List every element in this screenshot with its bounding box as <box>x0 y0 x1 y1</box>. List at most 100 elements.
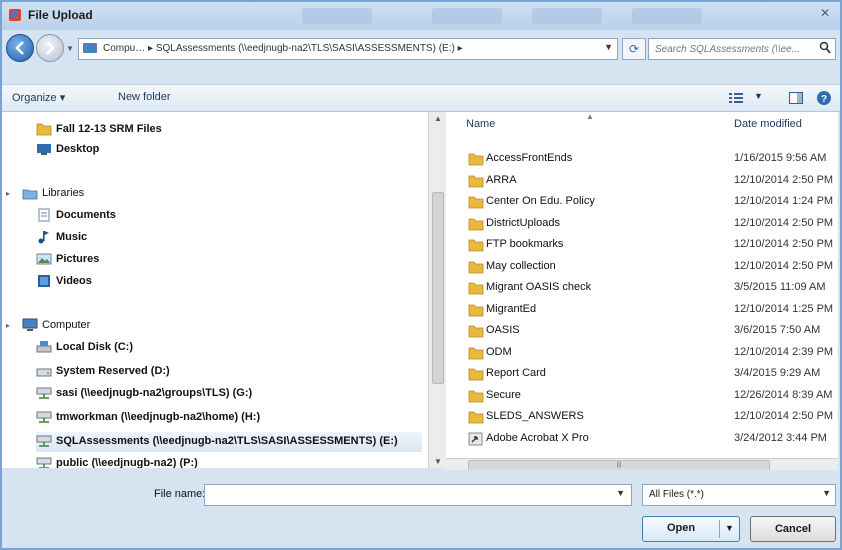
address-breadcrumb[interactable]: Compu… ▸ SQLAssessments (\\eedjnugb-na2\… <box>103 43 463 54</box>
file-row[interactable]: Center On Edu. Policy 12/10/2014 1:24 PM <box>446 191 838 212</box>
network-drive-icon <box>36 456 52 468</box>
forward-button[interactable] <box>36 34 64 62</box>
chevron-down-icon[interactable]: ▼ <box>616 488 625 498</box>
pictures-icon <box>36 252 52 266</box>
nav-item[interactable]: Fall 12-13 SRM Files <box>36 120 422 140</box>
search-input[interactable] <box>653 41 813 57</box>
file-row[interactable]: Migrant OASIS check 3/5/2015 11:09 AM <box>446 277 838 298</box>
file-row[interactable]: Secure 12/26/2014 8:39 AM <box>446 385 838 406</box>
help-icon[interactable]: ? <box>816 90 832 106</box>
nav-item[interactable]: Computer <box>22 316 422 336</box>
close-button[interactable]: ✕ <box>816 6 834 22</box>
scroll-down-arrow-icon[interactable]: ▼ <box>434 457 442 466</box>
nav-pane-scrollbar[interactable]: ▲ ▼ <box>428 112 448 468</box>
music-icon <box>36 230 52 244</box>
file-date: 12/10/2014 2:50 PM <box>734 173 834 186</box>
forward-arrow-icon <box>46 41 55 55</box>
file-type-filter[interactable]: All Files (*.*) ▼ <box>642 484 836 506</box>
nav-item[interactable]: Music <box>36 228 422 248</box>
name-column-header[interactable]: Name <box>466 118 495 130</box>
date-modified-column-header[interactable]: Date modified <box>734 118 802 130</box>
file-row[interactable]: AccessFrontEnds 1/16/2015 9:56 AM <box>446 148 838 169</box>
folder-icon <box>468 174 484 187</box>
file-row[interactable]: ODM 12/10/2014 2:39 PM <box>446 342 838 363</box>
chevron-down-icon[interactable]: ▼ <box>604 42 613 52</box>
nav-item[interactable]: SQLAssessments (\\eedjnugb-na2\TLS\SASI\… <box>36 432 422 452</box>
expand-arrow-icon[interactable]: ▸ <box>6 321 10 330</box>
sort-ascending-icon: ▲ <box>586 112 594 121</box>
file-date: 12/10/2014 2:50 PM <box>734 216 834 229</box>
file-list: Name ▲ Date modified AccessFrontEnds 1/16… <box>446 112 838 458</box>
folder-icon <box>36 122 52 136</box>
address-bar[interactable]: Compu… ▸ SQLAssessments (\\eedjnugb-na2\… <box>78 38 618 60</box>
svg-text:?: ? <box>821 94 827 105</box>
file-name-label: File name: <box>154 488 206 500</box>
network-drive-icon <box>36 386 52 400</box>
new-folder-button[interactable]: New folder <box>118 91 171 103</box>
nav-item-label: Local Disk (C:) <box>56 341 134 353</box>
file-row[interactable]: FTP bookmarks 12/10/2014 2:50 PM <box>446 234 838 255</box>
nav-item[interactable]: Local Disk (C:) <box>36 338 422 358</box>
file-row[interactable]: ARRA 12/10/2014 2:50 PM <box>446 170 838 191</box>
nav-item[interactable]: public (\\eedjnugb-na2) (P:) <box>36 454 422 468</box>
nav-item-label: tmworkman (\\eedjnugb-na2\home) (H:) <box>56 411 261 423</box>
folder-icon <box>468 303 484 316</box>
window-title: File Upload <box>28 8 93 22</box>
scrollbar-thumb[interactable] <box>432 192 444 384</box>
preview-pane-icon[interactable] <box>788 90 804 106</box>
split-divider <box>719 520 720 538</box>
nav-item[interactable]: System Reserved (D:) <box>36 362 422 382</box>
file-date: 12/10/2014 2:50 PM <box>734 259 834 272</box>
file-name: SLEDS_ANSWERS <box>486 410 584 422</box>
file-row[interactable]: DistrictUploads 12/10/2014 2:50 PM <box>446 213 838 234</box>
search-icon[interactable] <box>819 41 831 55</box>
file-name: ODM <box>486 345 512 358</box>
file-name: May collection <box>486 259 556 272</box>
recent-pages-chevron-icon[interactable]: ▼ <box>66 44 74 53</box>
file-row[interactable]: MigrantEd 12/10/2014 1:25 PM <box>446 299 838 320</box>
nav-item[interactable]: sasi (\\eedjnugb-na2\groups\TLS) (G:) <box>36 384 422 404</box>
nav-item-label: Music <box>56 231 88 243</box>
nav-item[interactable]: Pictures <box>36 250 422 270</box>
network-drive-icon <box>36 434 52 448</box>
view-options-icon[interactable] <box>728 90 744 106</box>
file-row[interactable]: SLEDS_ANSWERS 12/10/2014 2:50 PM <box>446 406 838 427</box>
scroll-up-arrow-icon[interactable]: ▲ <box>434 114 442 123</box>
file-row[interactable]: Report Card 3/4/2015 9:29 AM <box>446 363 838 384</box>
nav-item[interactable]: Desktop <box>36 140 422 160</box>
nav-item[interactable]: Documents <box>36 206 422 226</box>
file-row[interactable]: May collection 12/10/2014 2:50 PM <box>446 256 838 277</box>
nav-item-label: Documents <box>56 209 116 221</box>
nav-item[interactable]: tmworkman (\\eedjnugb-na2\home) (H:) <box>36 408 422 428</box>
open-button[interactable]: Open ▼ <box>642 516 740 542</box>
file-name-combobox[interactable]: ▼ <box>204 484 632 506</box>
nav-item-label: System Reserved (D:) <box>56 365 170 377</box>
nav-item[interactable]: Videos <box>36 272 422 292</box>
nav-item-label: Desktop <box>56 143 100 155</box>
file-name: MigrantEd <box>486 302 537 315</box>
app-icon <box>9 9 21 21</box>
command-toolbar: Organize ▾ New folder ▼ ? <box>2 84 840 112</box>
cancel-button[interactable]: Cancel <box>750 516 836 542</box>
file-row[interactable]: OASIS 3/6/2015 7:50 AM <box>446 320 838 341</box>
file-name: ARRA <box>486 173 517 186</box>
chevron-down-icon[interactable]: ▼ <box>822 488 831 498</box>
file-name: AccessFrontEnds <box>486 152 573 164</box>
videos-icon <box>36 274 52 288</box>
file-name: FTP bookmarks <box>486 238 564 250</box>
open-options-chevron-icon[interactable]: ▼ <box>725 523 734 533</box>
libraries-icon <box>22 186 38 200</box>
search-box[interactable] <box>648 38 836 60</box>
file-name: DistrictUploads <box>486 216 560 229</box>
expand-arrow-icon[interactable]: ▸ <box>6 189 10 198</box>
nav-item-label: Libraries <box>42 187 85 199</box>
refresh-button[interactable]: ⟳ <box>622 38 646 60</box>
file-row[interactable]: Adobe Acrobat X Pro 3/24/2012 3:44 PM <box>446 428 838 449</box>
background-blur <box>302 8 372 24</box>
view-chevron-down-icon[interactable]: ▼ <box>754 91 763 101</box>
organize-button[interactable]: Organize ▾ <box>12 91 65 104</box>
back-button[interactable] <box>6 34 34 62</box>
nav-item[interactable]: Libraries <box>22 184 422 204</box>
folder-icon <box>468 367 484 381</box>
file-name-input[interactable] <box>205 485 603 503</box>
